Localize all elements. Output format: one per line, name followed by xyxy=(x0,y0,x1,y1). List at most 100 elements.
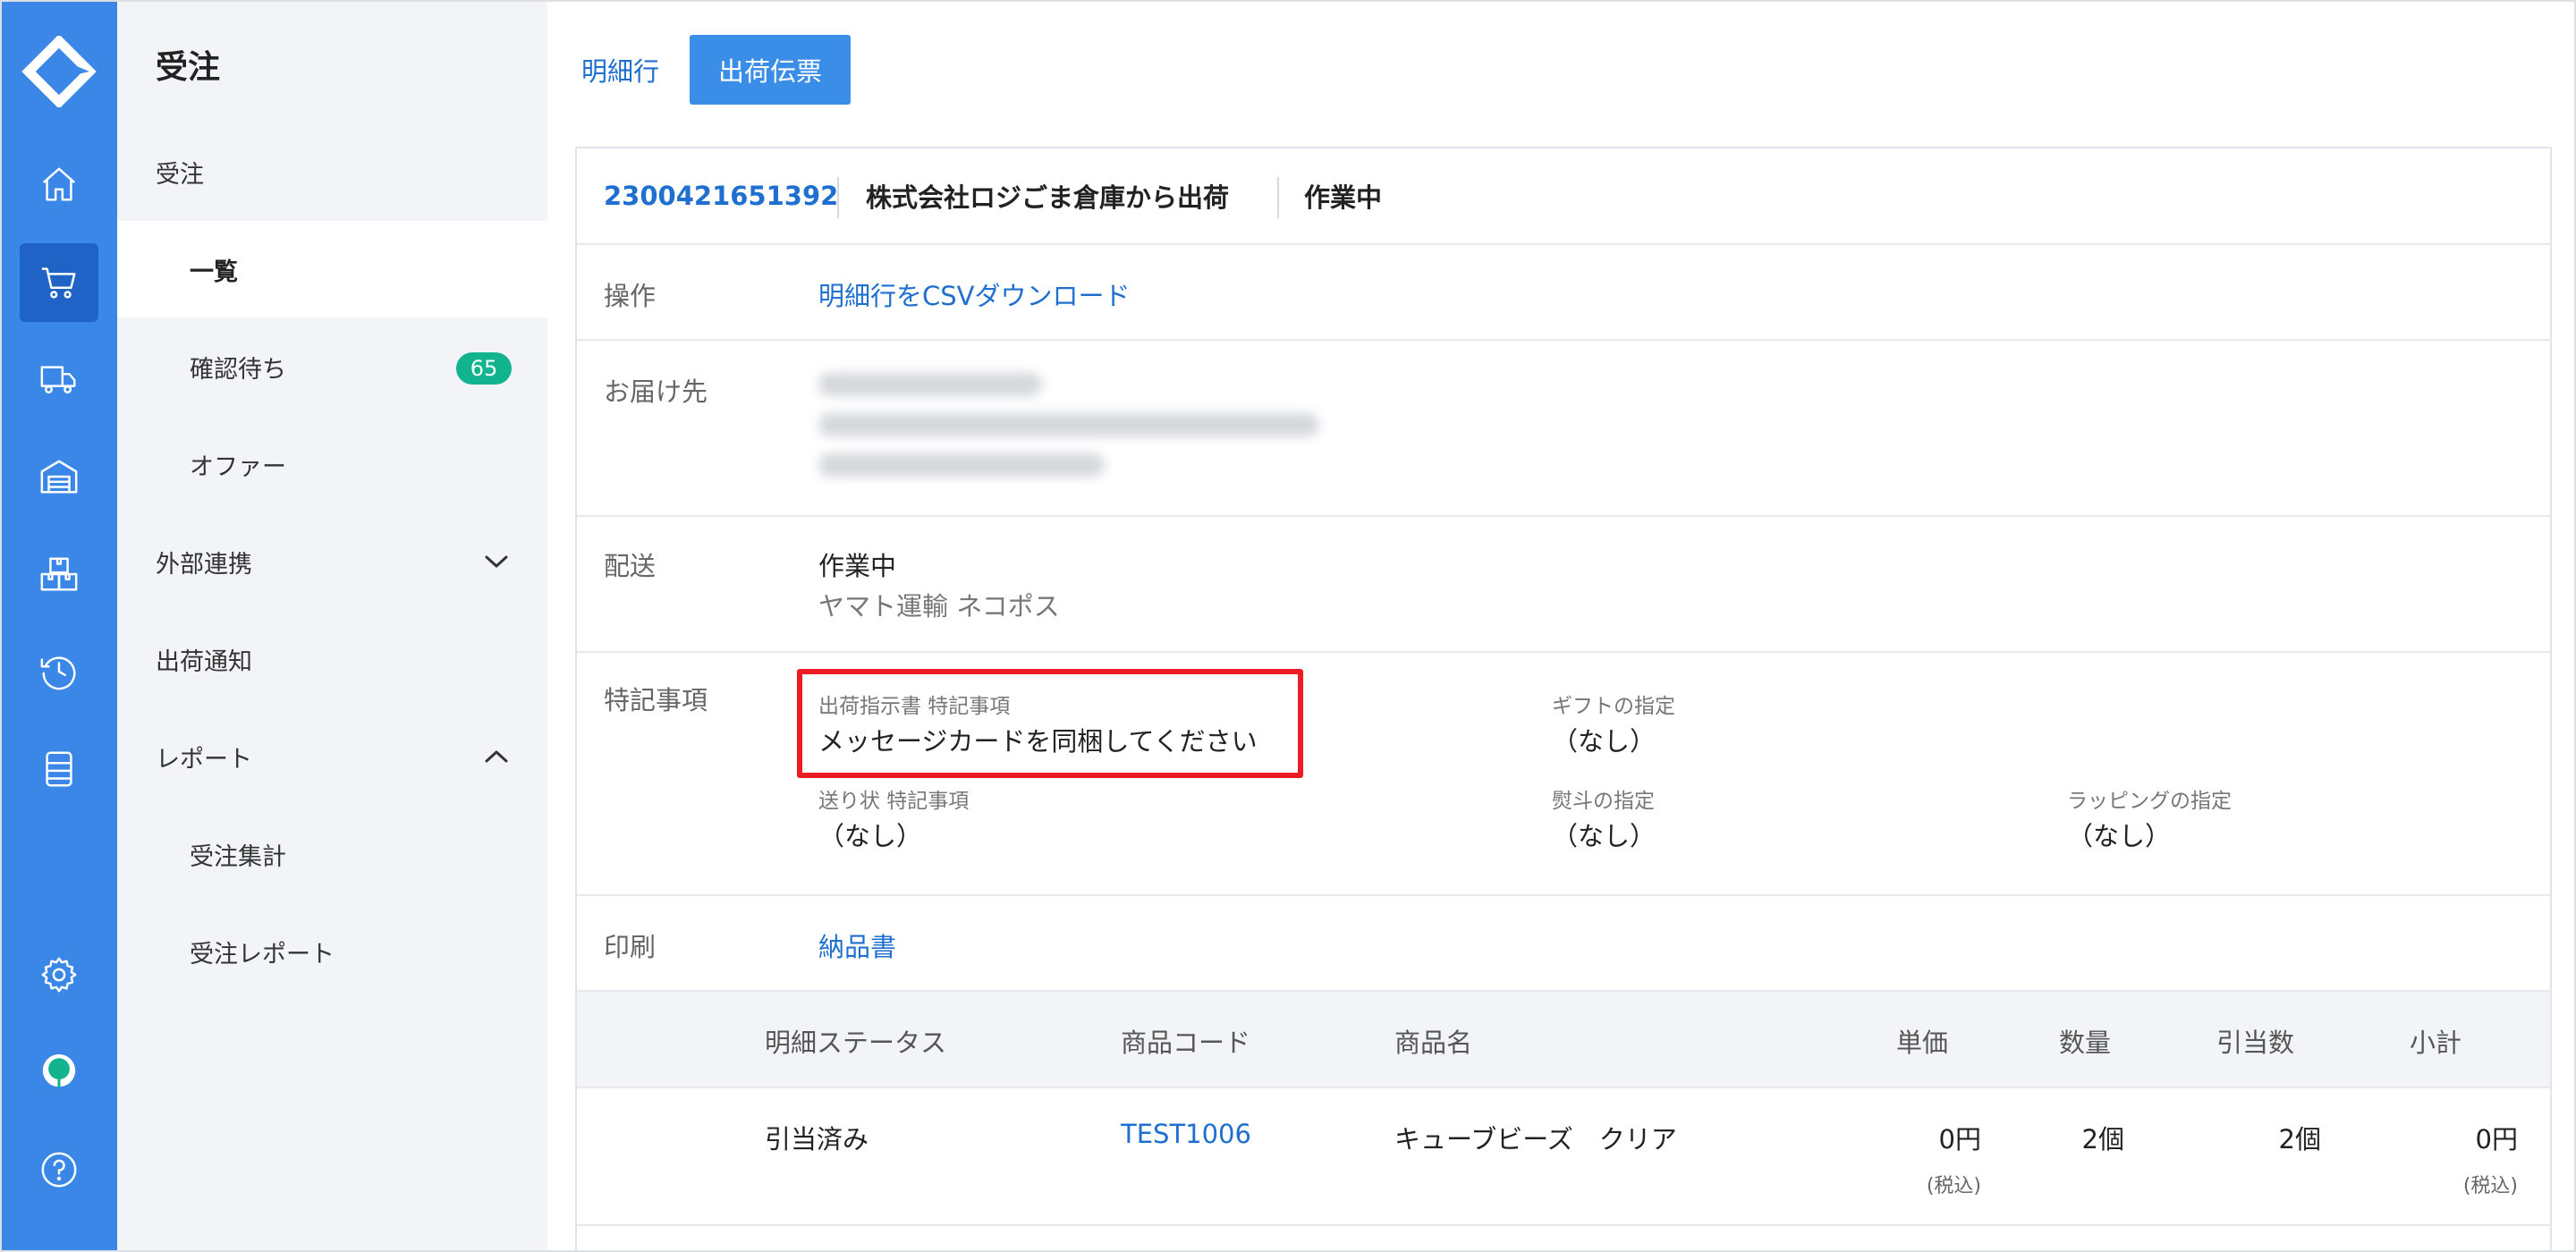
sidebar-item-label: 受注レポート xyxy=(190,940,335,969)
rail-settings-button[interactable] xyxy=(20,935,98,1014)
line-items-header: 明細ステータス 商品コード 商品名 単価 数量 引当数 小計 xyxy=(577,992,2550,1088)
noshi-value: （なし） xyxy=(1552,821,1657,851)
invoice-note-value: （なし） xyxy=(818,821,923,851)
sidebar-item-label: レポート xyxy=(156,745,252,774)
print-label: 印刷 xyxy=(604,932,657,962)
truck-icon xyxy=(40,366,76,394)
rail-user-button[interactable] xyxy=(20,1033,98,1112)
boxes-icon xyxy=(40,557,78,591)
rail-help-button[interactable] xyxy=(20,1130,98,1209)
sidebar-item-list[interactable]: 一覧 xyxy=(117,221,547,317)
tab-shipping-slip[interactable]: 出荷伝票 xyxy=(690,35,852,105)
shipping-carrier: ヤマト運輸 ネコポス xyxy=(818,591,1060,622)
invoice-note-title: 送り状 特記事項 xyxy=(818,790,970,813)
gift-title: ギフトの指定 xyxy=(1552,695,1675,718)
row-qty: 2個 xyxy=(2081,1124,2124,1155)
row-allocated: 2個 xyxy=(2278,1124,2321,1155)
header-divider xyxy=(1277,177,1279,218)
database-icon xyxy=(46,751,72,787)
chevron-up-icon xyxy=(485,750,508,763)
sidebar-item-label: 受注 xyxy=(156,160,204,189)
shipment-panel: 2300421651392 株式会社ロジごま倉庫から出荷 作業中 操作 明細行を… xyxy=(575,147,2552,1250)
warehouse-icon xyxy=(40,460,78,494)
col-allocated: 引当数 xyxy=(2216,1028,2295,1058)
balloon-icon xyxy=(42,1053,76,1088)
sidebar-item-shipping-notice[interactable]: 出荷通知 xyxy=(117,611,547,707)
sidebar-item-label: オファー xyxy=(190,453,286,481)
rail-home-button[interactable] xyxy=(20,145,98,224)
sidebar-item-offers[interactable]: オファー xyxy=(117,416,547,512)
tab-details[interactable]: 明細行 xyxy=(581,51,659,89)
noshi-title: 熨斗の指定 xyxy=(1552,790,1655,813)
operation-row: 操作 明細行をCSVダウンロード xyxy=(577,245,2550,341)
print-row: 印刷 納品書 xyxy=(577,896,2550,992)
address-redacted xyxy=(818,373,1042,396)
shipping-row: 配送 作業中 ヤマト運輸 ネコポス xyxy=(577,517,2550,653)
sidebar-item-label: 出荷通知 xyxy=(156,647,252,676)
row-price: 0円 xyxy=(1938,1124,1981,1155)
delivery-row: お届け先 xyxy=(577,341,2550,517)
wrapping-title: ラッピングの指定 xyxy=(2067,790,2232,813)
icon-rail xyxy=(2,2,117,1250)
address-redacted xyxy=(818,453,1105,477)
col-subtotal: 小計 xyxy=(2410,1028,2462,1058)
table-row: 引当済み TEST1006 キューブビーズ クリア 0円 (税込) 2個 2個 … xyxy=(577,1088,2550,1226)
sidebar-title: 受注 xyxy=(156,49,221,86)
app-window: 受注 受注 一覧 確認待ち 65 オファー 外部連携 出荷通知 レポート 受注集… xyxy=(0,0,2576,1252)
operation-label: 操作 xyxy=(604,281,657,311)
gift-value: （なし） xyxy=(1552,726,1657,757)
history-icon xyxy=(40,656,76,690)
logo-icon[interactable] xyxy=(21,36,97,107)
sidebar-item-integrations[interactable]: 外部連携 xyxy=(117,513,547,610)
col-price: 単価 xyxy=(1896,1028,1949,1058)
home-icon xyxy=(42,167,76,201)
gear-icon xyxy=(41,957,77,993)
sidebar-item-label: 受注集計 xyxy=(190,842,286,871)
rail-warehouse-button[interactable] xyxy=(20,437,98,516)
row-subtotal-tax-note: (税込) xyxy=(2462,1175,2518,1197)
sidebar: 受注 受注 一覧 確認待ち 65 オファー 外部連携 出荷通知 レポート 受注集… xyxy=(117,2,547,1250)
row-status: 引当済み xyxy=(765,1124,869,1155)
col-qty: 数量 xyxy=(2059,1028,2112,1058)
sidebar-item-order-summary[interactable]: 受注集計 xyxy=(117,806,547,902)
sidebar-item-reports[interactable]: レポート xyxy=(117,708,547,805)
shipping-status: 作業中 xyxy=(818,551,897,581)
col-status: 明細ステータス xyxy=(765,1028,947,1058)
row-price-tax-note: (税込) xyxy=(1926,1175,1981,1197)
rail-history-button[interactable] xyxy=(20,632,98,711)
wrapping-value: （なし） xyxy=(2067,821,2172,851)
rail-inventory-button[interactable] xyxy=(20,535,98,613)
col-name: 商品名 xyxy=(1394,1028,1473,1058)
shipment-status: 作業中 xyxy=(1304,182,1383,213)
notes-row: 特記事項 出荷指示書 特記事項 メッセージカードを同梱してください ギフトの指定… xyxy=(577,653,2550,896)
view-tabs: 明細行 出荷伝票 xyxy=(581,35,852,105)
sidebar-item-pending[interactable]: 確認待ち 65 xyxy=(117,318,547,415)
rail-shipping-button[interactable] xyxy=(20,340,98,419)
warehouse-text: 株式会社ロジごま倉庫から出荷 xyxy=(866,182,1230,213)
header-divider xyxy=(837,177,839,218)
main-content: 明細行 出荷伝票 2300421651392 株式会社ロジごま倉庫から出荷 作業… xyxy=(547,2,2574,1250)
delivery-label: お届け先 xyxy=(604,376,708,407)
help-icon xyxy=(41,1152,77,1188)
csv-download-link[interactable]: 明細行をCSVダウンロード xyxy=(818,275,1131,313)
row-subtotal: 0円 xyxy=(2475,1124,2518,1155)
highlight-box xyxy=(797,669,1303,778)
sidebar-item-label: 一覧 xyxy=(190,258,238,286)
delivery-note-link[interactable]: 納品書 xyxy=(818,926,896,964)
shipment-header: 2300421651392 株式会社ロジごま倉庫から出荷 作業中 xyxy=(577,148,2550,245)
order-id-link[interactable]: 2300421651392 xyxy=(604,181,838,211)
row-product-code-link[interactable]: TEST1006 xyxy=(1121,1119,1251,1149)
sidebar-item-order-report[interactable]: 受注レポート xyxy=(117,903,547,1000)
col-code: 商品コード xyxy=(1121,1028,1251,1058)
row-product-name: キューブビーズ クリア xyxy=(1394,1124,1677,1155)
shipping-label: 配送 xyxy=(604,551,657,581)
chevron-down-icon xyxy=(485,555,508,568)
rail-data-button[interactable] xyxy=(20,730,98,808)
sidebar-item-label: 外部連携 xyxy=(156,550,252,579)
sidebar-item-label: 確認待ち xyxy=(190,355,286,384)
notes-label: 特記事項 xyxy=(604,685,708,715)
address-redacted xyxy=(818,413,1319,436)
sidebar-item-orders[interactable]: 受注 xyxy=(117,123,547,220)
cart-icon xyxy=(41,267,76,299)
rail-orders-button[interactable] xyxy=(20,243,98,322)
